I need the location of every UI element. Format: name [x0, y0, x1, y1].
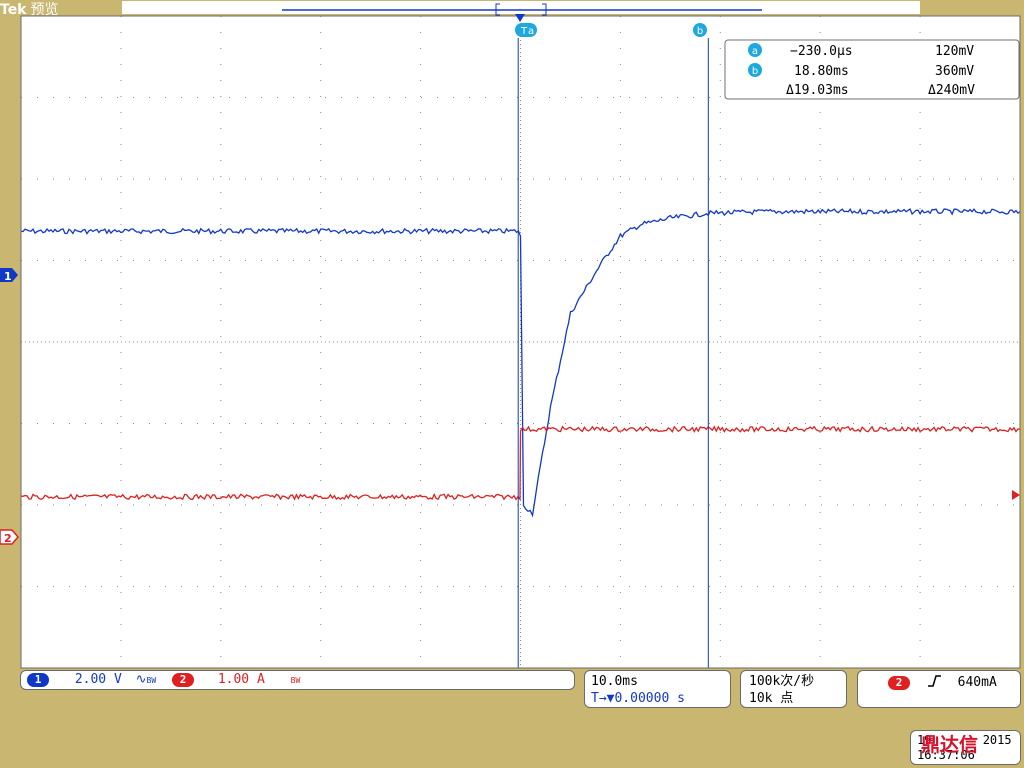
trigger-panel[interactable]: 2 640mA [857, 670, 1021, 708]
cursor-a-top-label: a [528, 26, 534, 37]
record-length: 10k 点 [749, 691, 794, 706]
ch1-scale: 2.00 V [74, 672, 122, 687]
cursor-delta-value: Δ240mV [928, 83, 975, 98]
ch2-scale: 1.00 A [217, 672, 265, 687]
cursor-b-badge-label: b [752, 66, 758, 77]
sample-rate: 100k次/秒 [749, 674, 815, 689]
cursor-b-time: 18.80ms [794, 64, 849, 79]
ch2-marker[interactable]: 2 [0, 529, 19, 545]
timebase: 10.0ms [591, 674, 638, 689]
date-year: 2015 [982, 733, 1012, 747]
ch2-badge[interactable]: 2 [172, 673, 194, 687]
trigger-marker-label: T [520, 26, 528, 37]
record-view-bar[interactable] [122, 1, 920, 16]
acquisition-panel[interactable]: 100k次/秒 10k 点 [740, 670, 847, 708]
acquisition-mode: 预览 [30, 2, 59, 18]
cursor-b-top-label: b [697, 26, 703, 37]
brand-label: Tek 预览 [0, 0, 59, 19]
cursor-b-value: 360mV [935, 64, 974, 79]
top-bar: Tek 预览 [0, 0, 1024, 19]
ch2-bw: BW [290, 676, 301, 685]
horizontal-position: T→▼0.00000 s [591, 691, 685, 706]
channel-status-bar[interactable]: 1 2.00 V ∿BW 2 1.00 A BW [20, 670, 575, 690]
cursor-a-value: 120mV [935, 44, 974, 59]
ch1-bw: BW [146, 676, 157, 685]
watermark-logo: 鼎达信 [921, 734, 979, 756]
record-view-indicator [282, 3, 762, 16]
timebase-panel[interactable]: 10.0ms T→▼0.00000 s [584, 670, 731, 708]
cursor-delta-time: Δ19.03ms [786, 83, 849, 98]
bandwidth-limit-icon: ∿ [135, 672, 147, 687]
cursor-readout: a −230.0µs 120mV b 18.80ms 360mV Δ19.03m… [724, 39, 1020, 100]
ch1-marker[interactable]: 1 [0, 268, 18, 283]
trigger-level: 640mA [957, 675, 997, 690]
cursor-a-badge-label: a [752, 46, 758, 57]
brand-name: Tek [0, 2, 27, 18]
cursor-a-time: −230.0µs [790, 44, 853, 59]
ch1-marker-label: 1 [4, 270, 12, 283]
rising-edge-icon [927, 675, 941, 687]
trigger-source-badge: 2 [888, 676, 910, 690]
ch1-badge[interactable]: 1 [27, 673, 49, 687]
plot-area [21, 16, 1020, 668]
oscilloscope-display: a −230.0µs 120mV b 18.80ms 360mV Δ19.03m… [0, 14, 1021, 669]
ch2-marker-label: 2 [4, 532, 12, 545]
